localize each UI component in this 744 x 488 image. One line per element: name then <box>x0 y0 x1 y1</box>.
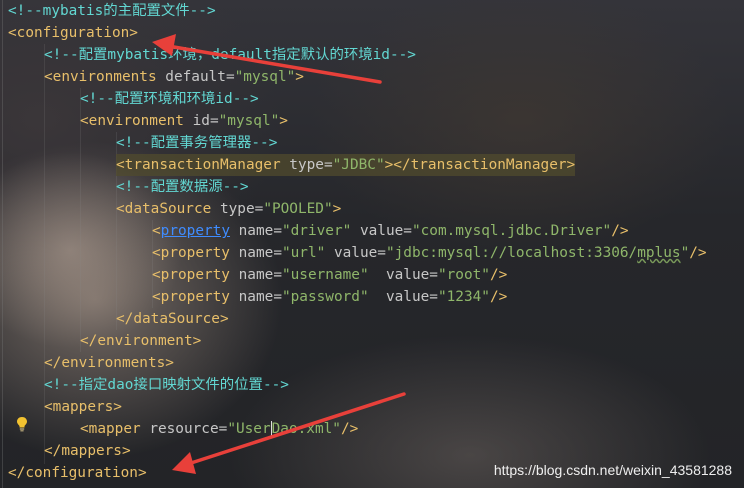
watermark-url: https://blog.csdn.net/weixin_43581288 <box>493 462 732 478</box>
annotation-arrow <box>172 392 406 474</box>
annotation-arrow <box>152 34 382 84</box>
annotation-arrows <box>152 34 406 474</box>
